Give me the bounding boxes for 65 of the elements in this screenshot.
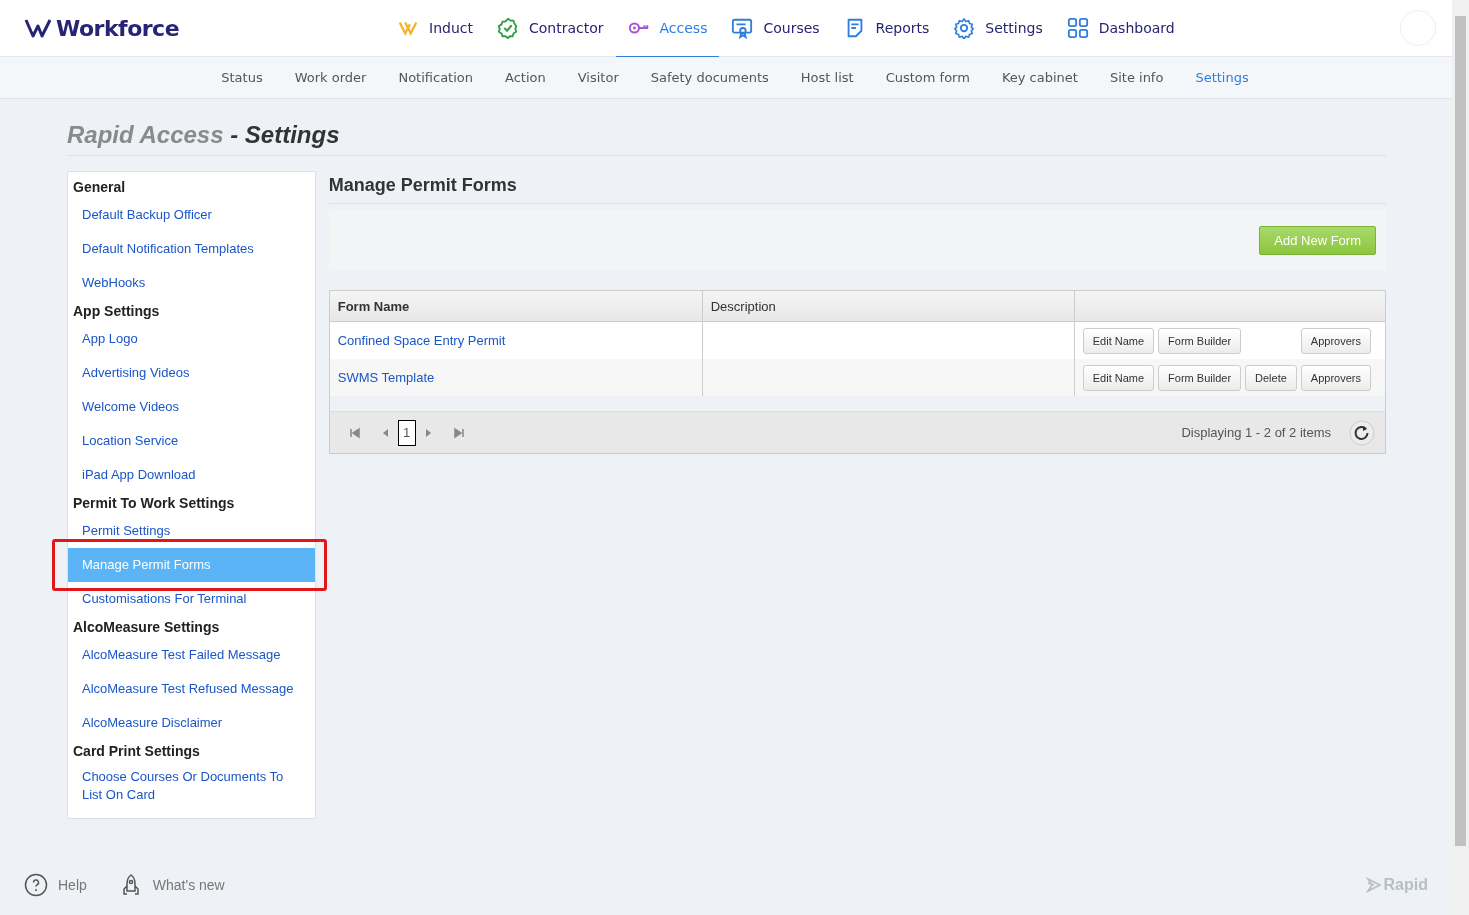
- help-link[interactable]: Help: [24, 873, 87, 897]
- sidebar-item[interactable]: Customisations For Terminal: [68, 582, 315, 616]
- app-logo: Workforce: [56, 15, 180, 41]
- subnav-tab[interactable]: Status: [205, 70, 279, 85]
- sidebar-item[interactable]: Advertising Videos: [68, 356, 315, 390]
- subnav-tab[interactable]: Visitor: [561, 70, 635, 85]
- section-title: Manage Permit Forms: [328, 171, 1386, 204]
- sidebar-item[interactable]: WebHooks: [68, 266, 315, 300]
- sidebar-item[interactable]: Location Service: [68, 424, 315, 458]
- sidebar-item[interactable]: Permit Settings: [68, 514, 315, 548]
- logo-icon: [24, 17, 54, 39]
- edit-button[interactable]: Edit Name: [1082, 364, 1155, 391]
- sidebar-item[interactable]: Default Notification Templates: [68, 232, 315, 266]
- settings-icon: [953, 17, 976, 39]
- sidebar-heading: Permit To Work Settings: [72, 494, 236, 513]
- nav-tab[interactable]: Settings: [941, 0, 1055, 58]
- column-header: Form Name: [329, 291, 703, 321]
- subnav-tab[interactable]: Settings: [1179, 70, 1265, 85]
- delete-button[interactable]: Delete: [1245, 364, 1297, 391]
- form-link[interactable]: SWMS Template: [337, 370, 435, 385]
- sidebar-item[interactable]: Default Backup Officer: [68, 198, 315, 232]
- nav-tab[interactable]: Induct: [385, 0, 485, 58]
- edit-button[interactable]: Edit Name: [1082, 327, 1155, 354]
- subnav-tab[interactable]: Site info: [1093, 70, 1180, 85]
- approvers-button[interactable]: Approvers: [1300, 364, 1371, 391]
- refresh-icon[interactable]: [1349, 419, 1375, 446]
- subnav-tab[interactable]: Work order: [278, 70, 383, 85]
- sidebar-item[interactable]: iPad App Download: [68, 458, 315, 492]
- grid-icon: [1066, 17, 1089, 39]
- subnav-tab[interactable]: Notification: [382, 70, 489, 85]
- sidebar-item[interactable]: Choose Courses Or Documents To List On Card: [68, 762, 315, 810]
- subnav-tab[interactable]: Safety documents: [634, 70, 785, 85]
- nav-tab[interactable]: Reports: [831, 0, 942, 58]
- subnav-tab[interactable]: Key cabinet: [985, 70, 1094, 85]
- subnav-tab[interactable]: Host list: [784, 70, 870, 85]
- sidebar-heading: General: [72, 178, 127, 197]
- subnav-tab[interactable]: Action: [489, 70, 562, 85]
- items-summary: Displaying 1 - 2 of 2 items: [1181, 425, 1331, 440]
- sidebar-item[interactable]: App Logo: [68, 322, 315, 356]
- sidebar-item[interactable]: AlcoMeasure Disclaimer: [68, 706, 315, 740]
- scrollbar[interactable]: [1452, 0, 1469, 915]
- last-page-icon[interactable]: [451, 425, 466, 440]
- builder-button[interactable]: Form Builder: [1158, 327, 1242, 354]
- sidebar-heading: App Settings: [72, 302, 161, 321]
- whats-new-link[interactable]: What's new: [118, 873, 225, 897]
- page-button[interactable]: 1: [397, 419, 416, 446]
- subnav-tab[interactable]: Custom form: [869, 70, 986, 85]
- sidebar-item[interactable]: Welcome Videos: [68, 390, 315, 424]
- page-title: Rapid Access - Settings: [67, 121, 1386, 156]
- nav-tab[interactable]: Contractor: [484, 0, 616, 58]
- sidebar-item[interactable]: AlcoMeasure Test Refused Message: [68, 672, 315, 706]
- sidebar-heading: Card Print Settings: [72, 742, 201, 761]
- nav-tab[interactable]: Courses: [719, 0, 832, 58]
- badge-check-icon: [496, 17, 519, 39]
- nav-tab[interactable]: Dashboard: [1054, 0, 1187, 58]
- help-icon: [24, 873, 48, 897]
- sidebar-heading: AlcoMeasure Settings: [72, 618, 221, 637]
- builder-button[interactable]: Form Builder: [1158, 364, 1242, 391]
- sidebar-item[interactable]: AlcoMeasure Test Failed Message: [68, 638, 315, 672]
- form-link[interactable]: Confined Space Entry Permit: [337, 333, 506, 348]
- first-page-icon[interactable]: [347, 425, 362, 440]
- approvers-button[interactable]: Approvers: [1300, 327, 1371, 354]
- certificate-icon: [731, 17, 754, 39]
- brand-icon: [1365, 877, 1382, 893]
- column-header: Description: [702, 291, 1075, 321]
